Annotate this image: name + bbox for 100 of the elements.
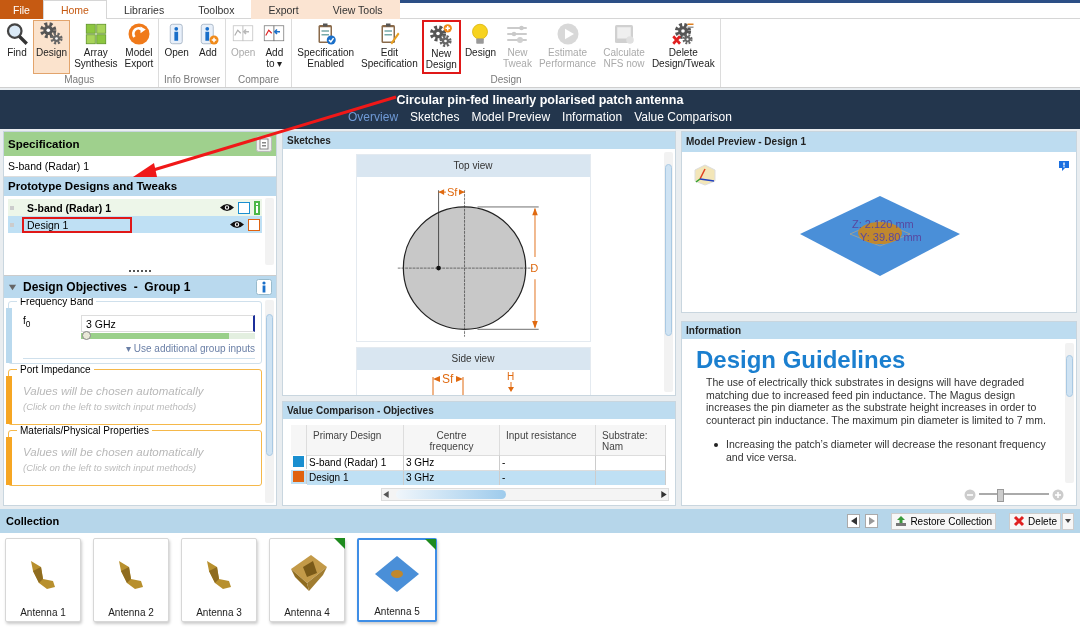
column-header: Substrate: Nam bbox=[596, 425, 666, 455]
panel-title: Value Comparison - Objectives bbox=[283, 402, 675, 419]
hint-text: (Click on the left to switch input methods) bbox=[23, 461, 198, 475]
expand-link[interactable]: ▾ Use additional group inputs bbox=[23, 343, 255, 359]
hint-text: (Click on the left to switch input methods) bbox=[23, 400, 198, 414]
item-label: Design 1 bbox=[24, 218, 130, 231]
dimension-arrow bbox=[437, 189, 465, 195]
ribbon-button[interactable]: Open bbox=[161, 20, 192, 74]
nav-link[interactable]: Sketches bbox=[406, 108, 464, 126]
item-label: Antenna 1 bbox=[20, 607, 66, 618]
triangle-right-icon bbox=[868, 517, 875, 525]
ribbon-tab[interactable]: Libraries bbox=[106, 0, 182, 19]
collapse-triangle-icon[interactable] bbox=[8, 282, 17, 292]
ribbon-button[interactable]: Delete Design/Tweak bbox=[648, 20, 718, 74]
scroll-right-icon[interactable] bbox=[660, 490, 668, 499]
eye-icon[interactable] bbox=[230, 220, 244, 229]
ribbon-button[interactable]: New Design bbox=[421, 20, 461, 74]
scrollbar[interactable] bbox=[381, 488, 669, 501]
tree-item[interactable]: S-band (Radar) 1 bbox=[8, 199, 262, 216]
upload-icon bbox=[895, 515, 908, 527]
toolbar-button[interactable]: Restore Collection bbox=[891, 512, 997, 530]
frequency-field[interactable]: 3 GHz bbox=[81, 315, 255, 332]
dropdown-button[interactable] bbox=[1062, 512, 1074, 530]
window-icon bbox=[612, 22, 637, 46]
item-label: S-band (Radar) 1 bbox=[26, 201, 112, 214]
group-label: Magus bbox=[63, 74, 96, 87]
triangle-left-icon bbox=[850, 517, 857, 525]
info-heading: Design Guidelines bbox=[696, 347, 907, 373]
group-label: Info Browser bbox=[163, 74, 222, 87]
dimension-label: D bbox=[529, 261, 538, 274]
toolbar-button[interactable]: Delete bbox=[1009, 512, 1061, 530]
slider-track[interactable] bbox=[81, 333, 255, 339]
zoom-thumb[interactable] bbox=[997, 489, 1004, 502]
nav-link[interactable]: Model Preview bbox=[467, 108, 555, 126]
document-title: Circular pin-fed linearly polarised patch antenna bbox=[395, 92, 685, 108]
column-header: Primary Design bbox=[307, 425, 404, 455]
ribbon-tab[interactable]: File bbox=[0, 0, 43, 19]
gears-add-icon bbox=[429, 23, 454, 47]
delete-x-icon bbox=[1013, 515, 1026, 527]
tree-item[interactable]: Design 1 bbox=[8, 216, 262, 233]
ribbon-button[interactable]: Find bbox=[2, 20, 32, 74]
nav-link[interactable]: Overview bbox=[344, 108, 403, 126]
ribbon-button[interactable]: Design bbox=[33, 20, 71, 74]
bullet-icon bbox=[714, 443, 718, 447]
dimension-label: H bbox=[506, 371, 514, 382]
scrollbar[interactable] bbox=[664, 152, 673, 392]
nav-link[interactable]: Information bbox=[558, 108, 627, 126]
group-title: Frequency Band bbox=[17, 298, 97, 307]
dimension-label: Y: 39.80 mm bbox=[860, 231, 922, 243]
ribbon-button[interactable]: Design bbox=[461, 20, 500, 74]
collection-item[interactable]: Antenna 3 bbox=[181, 538, 257, 622]
item-label: Antenna 2 bbox=[108, 607, 154, 618]
placeholder-text: Values will be chosen automatically bbox=[23, 445, 205, 458]
item-label: Antenna 3 bbox=[196, 607, 242, 618]
group-title: Port Impedance bbox=[17, 364, 94, 375]
field-label: f$_{0}$ bbox=[23, 315, 32, 329]
nav-link[interactable]: Value Comparison bbox=[630, 108, 736, 126]
group-label: Design bbox=[489, 74, 523, 87]
axes-icon bbox=[694, 164, 716, 186]
panel-title: Specification bbox=[8, 138, 80, 150]
slider-thumb[interactable] bbox=[82, 331, 92, 340]
dimension-label: Sf bbox=[441, 372, 453, 386]
ribbon-button[interactable]: Add to ▾ bbox=[259, 20, 290, 74]
ribbon-button[interactable]: Specification Enabled bbox=[294, 20, 358, 74]
group-label: Compare bbox=[237, 74, 281, 87]
table-cell bbox=[596, 470, 666, 485]
eye-icon[interactable] bbox=[220, 203, 234, 212]
placeholder-text: Values will be chosen automatically bbox=[23, 384, 205, 397]
collection-item[interactable]: Antenna 5 bbox=[357, 538, 437, 622]
scrollbar[interactable] bbox=[1065, 343, 1074, 483]
ribbon-button[interactable]: Add bbox=[192, 20, 223, 74]
panel-title: Prototype Designs and Tweaks bbox=[4, 177, 276, 196]
ribbon-tab[interactable]: Home bbox=[42, 0, 107, 19]
ribbon-button[interactable]: Array Synthesis bbox=[71, 20, 121, 74]
ribbon-button[interactable]: Model Export bbox=[121, 20, 157, 74]
ribbon-button[interactable]: Edit Specification bbox=[358, 20, 421, 74]
dimension-label: Sf bbox=[446, 185, 457, 198]
ribbon-tab[interactable]: View Tools bbox=[315, 0, 400, 19]
ribbon-tab[interactable]: Export bbox=[251, 0, 316, 19]
dimension-arrow bbox=[507, 381, 514, 392]
zoom-out-icon[interactable] bbox=[964, 488, 976, 501]
comment-icon[interactable] bbox=[1058, 160, 1070, 172]
collection-item[interactable]: Antenna 1 bbox=[5, 538, 81, 622]
previous-button[interactable] bbox=[847, 514, 861, 528]
collection-item[interactable]: Antenna 4 bbox=[269, 538, 345, 622]
column-header: Input resistance bbox=[500, 425, 596, 455]
gears-delete-icon bbox=[671, 22, 696, 46]
panel-title: Collection bbox=[6, 515, 61, 527]
sketch-title: Top view bbox=[356, 155, 590, 177]
item-label: Antenna 5 bbox=[374, 606, 420, 617]
bullet-text: Increasing the patch’s diameter will decrease the resonant frequency and vice versa. bbox=[726, 438, 1047, 463]
ribbon-tab[interactable]: Toolbox bbox=[181, 0, 252, 19]
table-cell: 3 GHz bbox=[404, 470, 500, 485]
dimension-arrow bbox=[432, 376, 463, 395]
scroll-left-icon[interactable] bbox=[382, 490, 390, 499]
info-icon[interactable] bbox=[256, 279, 272, 295]
scrollbar[interactable] bbox=[265, 300, 274, 503]
group-title: Materials/Physical Properties bbox=[17, 425, 152, 436]
zoom-in-icon[interactable] bbox=[1052, 488, 1064, 501]
collection-item[interactable]: Antenna 2 bbox=[93, 538, 169, 622]
